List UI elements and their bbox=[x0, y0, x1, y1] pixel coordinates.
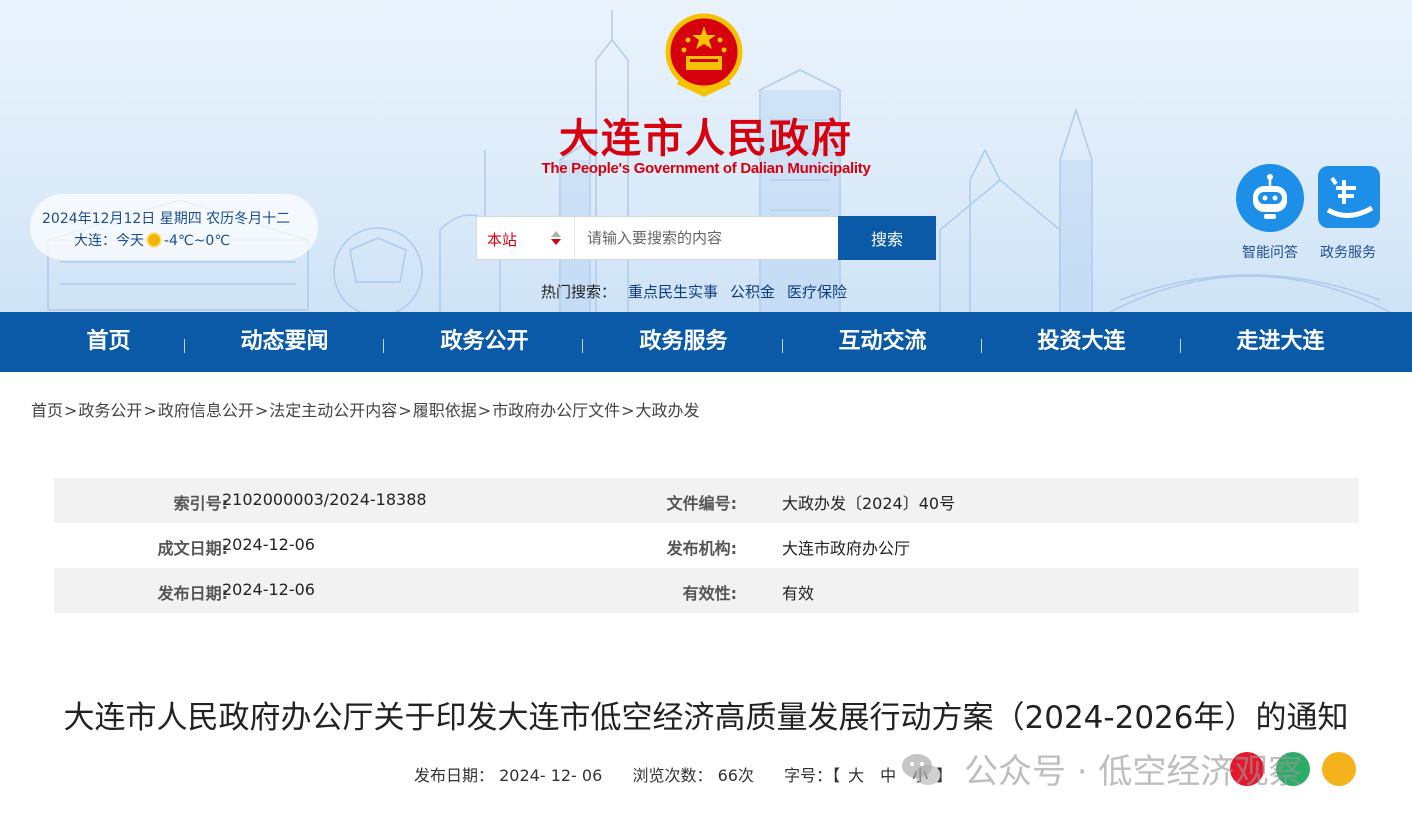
publish-date-label: 发布日期: bbox=[157, 584, 228, 603]
article-title: 大连市人民政府办公厅关于印发大连市低空经济高质量发展行动方案（2024-2026… bbox=[63, 700, 1349, 736]
search-scope-label: 本站 bbox=[487, 231, 518, 249]
document-number-value: 大政办发〔2024〕40号 bbox=[782, 494, 956, 513]
issuing-agency-label: 发布机构: bbox=[666, 539, 737, 558]
hot-search-link[interactable]: 医疗保险 bbox=[787, 283, 847, 301]
breadcrumb-separator: > bbox=[64, 401, 78, 420]
breadcrumb: 首页>政务公开>政府信息公开>法定主动公开内容>履职依据>市政府办公厅文件>大政… bbox=[31, 397, 700, 421]
nav-item-home[interactable]: 首页 bbox=[9, 312, 208, 372]
current-date: 2024年12月12日 星期四 农历冬月十二 bbox=[42, 211, 291, 227]
main-nav: 首页 动态要闻 政务公开 政务服务 互动交流 投资大连 走进大连 bbox=[0, 312, 1412, 372]
gov-service-link[interactable]: 政务服务 bbox=[1308, 164, 1388, 262]
nav-item-invest[interactable]: 投资大连 bbox=[982, 312, 1181, 372]
validity-value: 有效 bbox=[782, 584, 815, 603]
publish-date: 2024- 12- 06 bbox=[499, 766, 603, 785]
article-info-bar: 发布日期： 2024- 12- 06 浏览次数： 66次 字号：【大中小】 bbox=[414, 762, 952, 786]
sun-icon bbox=[148, 234, 160, 246]
meta-row: 成文日期: 2024-12-06 发布机构: 大连市政府办公厅 bbox=[54, 523, 1359, 568]
breadcrumb-item[interactable]: 政府信息公开 bbox=[158, 401, 254, 420]
date-weather-widget: 2024年12月12日 星期四 农历冬月十二 大连：今天 -4℃~0℃ bbox=[30, 194, 318, 260]
robot-icon bbox=[1236, 164, 1304, 232]
breadcrumb-separator: > bbox=[143, 401, 157, 420]
hot-search-link[interactable]: 公积金 bbox=[730, 283, 775, 301]
breadcrumb-item[interactable]: 法定主动公开内容 bbox=[269, 401, 397, 420]
wechat-icon bbox=[902, 754, 941, 785]
lian-app-icon bbox=[1318, 166, 1380, 228]
search-input[interactable] bbox=[577, 217, 837, 259]
hot-searches: 热门搜索： 重点民生实事 公积金 医疗保险 bbox=[541, 281, 847, 302]
breadcrumb-item[interactable]: 市政府办公厅文件 bbox=[492, 401, 620, 420]
breadcrumb-separator: > bbox=[398, 401, 412, 420]
nav-item-news[interactable]: 动态要闻 bbox=[185, 312, 384, 372]
meta-row: 索引号: 2102000003/2024-18388 文件编号: 大政办发〔20… bbox=[54, 478, 1359, 523]
hot-search-label: 热门搜索： bbox=[541, 283, 617, 301]
national-emblem-logo bbox=[665, 13, 743, 97]
search-button[interactable]: 搜索 bbox=[838, 216, 936, 260]
nav-item-gov-services[interactable]: 政务服务 bbox=[584, 312, 783, 372]
site-title: 大连市人民政府 bbox=[559, 115, 853, 162]
breadcrumb-item[interactable]: 履职依据 bbox=[413, 401, 477, 420]
breadcrumb-item[interactable]: 首页 bbox=[31, 401, 63, 420]
weather-city: 大连：今天 bbox=[74, 233, 144, 249]
validity-label: 有效性: bbox=[682, 584, 737, 603]
nav-item-interaction[interactable]: 互动交流 bbox=[783, 312, 982, 372]
nav-item-about[interactable]: 走进大连 bbox=[1181, 312, 1380, 372]
document-number-label: 文件编号: bbox=[666, 494, 737, 513]
font-size-label: 字号：【 bbox=[784, 766, 841, 785]
hot-search-link[interactable]: 重点民生实事 bbox=[628, 283, 718, 301]
nav-divider bbox=[383, 339, 384, 353]
weather-temperature: -4℃~0℃ bbox=[164, 233, 231, 249]
header-banner: 大连市人民政府 The People's Government of Dalia… bbox=[0, 0, 1412, 312]
breadcrumb-separator: > bbox=[621, 401, 635, 420]
document-meta-table: 索引号: 2102000003/2024-18388 文件编号: 大政办发〔20… bbox=[54, 478, 1359, 613]
meta-row: 发布日期: 2024-12-06 有效性: 有效 bbox=[54, 568, 1359, 613]
smart-qa-link[interactable]: 智能问答 bbox=[1230, 164, 1310, 262]
smart-qa-label: 智能问答 bbox=[1242, 245, 1298, 261]
breadcrumb-separator: > bbox=[477, 401, 492, 420]
breadcrumb-item[interactable]: 大政办发 bbox=[636, 401, 700, 420]
publish-date-label: 发布日期： bbox=[414, 766, 495, 785]
written-date-label: 成文日期: bbox=[157, 539, 228, 558]
nav-divider bbox=[582, 339, 583, 353]
watermark-text: 公众号 · 低空经济观察 bbox=[964, 752, 1303, 792]
index-number-label: 索引号: bbox=[173, 494, 228, 513]
share-qzone-button[interactable] bbox=[1322, 752, 1356, 786]
view-count-label: 浏览次数： bbox=[632, 766, 713, 785]
gov-service-label: 政务服务 bbox=[1320, 245, 1376, 261]
publish-date-value: 2024-12-06 bbox=[222, 580, 315, 599]
view-count: 66次 bbox=[717, 766, 754, 785]
search-bar: 本站 搜索 bbox=[476, 216, 936, 260]
issuing-agency-value: 大连市政府办公厅 bbox=[782, 539, 911, 558]
font-size-large-button[interactable]: 大 bbox=[848, 766, 864, 785]
breadcrumb-separator: > bbox=[254, 401, 269, 420]
weather-info: 大连：今天 -4℃~0℃ bbox=[74, 230, 230, 250]
index-number-value: 2102000003/2024-18388 bbox=[222, 490, 427, 509]
breadcrumb-item[interactable]: 政务公开 bbox=[78, 401, 142, 420]
font-size-medium-button[interactable]: 中 bbox=[880, 766, 896, 785]
nav-item-gov-affairs[interactable]: 政务公开 bbox=[385, 312, 584, 372]
search-scope-select[interactable]: 本站 bbox=[477, 217, 575, 259]
written-date-value: 2024-12-06 bbox=[222, 535, 315, 554]
site-subtitle: The People's Government of Dalian Munici… bbox=[541, 160, 871, 177]
up-down-caret-icon bbox=[551, 231, 561, 245]
